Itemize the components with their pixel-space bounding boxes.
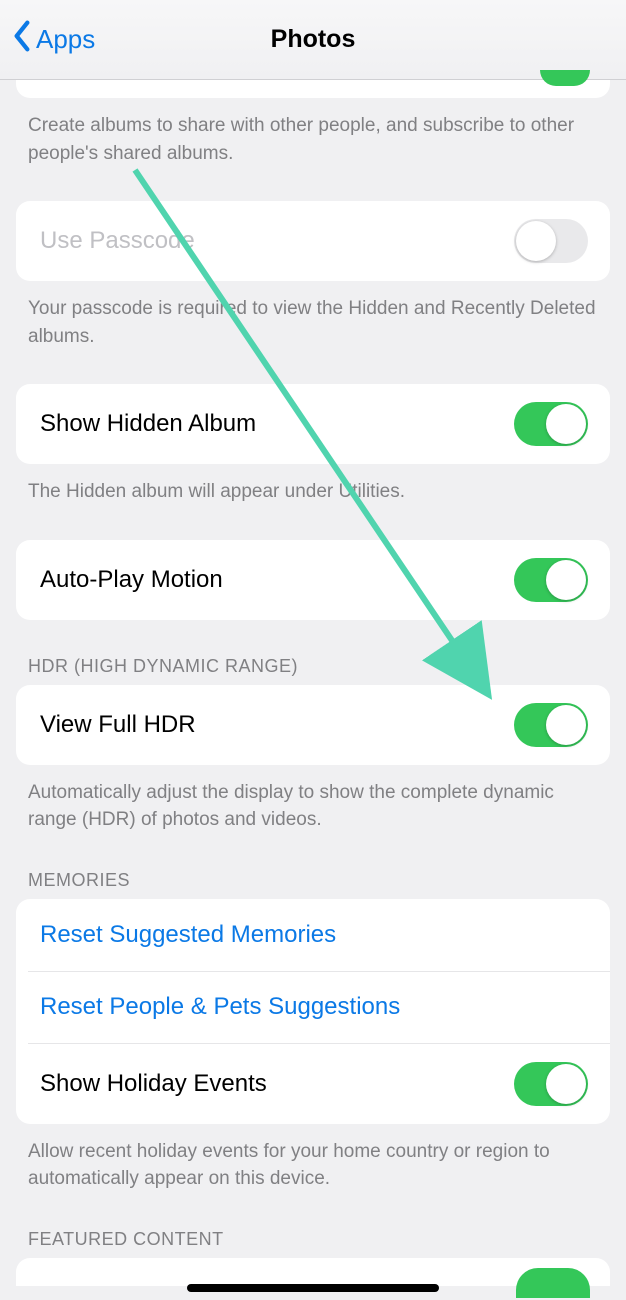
holiday-label: Show Holiday Events — [28, 1070, 267, 1098]
holiday-toggle[interactable] — [514, 1062, 588, 1106]
autoplay-label: Auto-Play Motion — [28, 566, 223, 594]
home-indicator[interactable] — [187, 1284, 439, 1292]
view-full-hdr-row[interactable]: View Full HDR — [16, 685, 610, 765]
featured-toggle-partial[interactable] — [516, 1268, 590, 1298]
show-hidden-row[interactable]: Show Hidden Album — [16, 384, 610, 464]
autoplay-row[interactable]: Auto-Play Motion — [16, 540, 610, 620]
use-passcode-row[interactable]: Use Passcode — [16, 201, 610, 281]
hdr-toggle[interactable] — [514, 703, 588, 747]
featured-header: FEATURED CONTENT — [0, 1193, 626, 1258]
use-passcode-card: Use Passcode — [16, 201, 610, 281]
nav-header: Apps Photos — [0, 0, 626, 80]
sharing-footer: Create albums to share with other people… — [0, 98, 626, 167]
use-passcode-toggle[interactable] — [514, 219, 588, 263]
page-title: Photos — [271, 25, 356, 54]
autoplay-card: Auto-Play Motion — [16, 540, 610, 620]
back-button[interactable]: Apps — [12, 20, 95, 59]
chevron-left-icon — [12, 20, 32, 59]
autoplay-toggle[interactable] — [514, 558, 588, 602]
reset-memories-row[interactable]: Reset Suggested Memories — [16, 899, 610, 971]
toggle-edge-icon — [540, 70, 590, 86]
memories-card: Reset Suggested Memories Reset People & … — [16, 899, 610, 1124]
back-label: Apps — [36, 24, 95, 55]
featured-partial-card — [16, 1258, 610, 1286]
show-hidden-label: Show Hidden Album — [28, 410, 256, 438]
hdr-header: HDR (HIGH DYNAMIC RANGE) — [0, 620, 626, 685]
reset-people-label: Reset People & Pets Suggestions — [28, 993, 400, 1021]
memories-header: MEMORIES — [0, 834, 626, 899]
reset-people-row[interactable]: Reset People & Pets Suggestions — [28, 971, 610, 1043]
show-hidden-card: Show Hidden Album — [16, 384, 610, 464]
reset-memories-label: Reset Suggested Memories — [28, 921, 336, 949]
use-passcode-label: Use Passcode — [28, 227, 195, 255]
holiday-row[interactable]: Show Holiday Events — [28, 1043, 610, 1124]
memories-footer: Allow recent holiday events for your hom… — [0, 1124, 626, 1193]
hdr-footer: Automatically adjust the display to show… — [0, 765, 626, 834]
hdr-label: View Full HDR — [28, 711, 196, 739]
show-hidden-footer: The Hidden album will appear under Utili… — [0, 464, 626, 506]
partial-card-top — [16, 80, 610, 98]
hdr-card: View Full HDR — [16, 685, 610, 765]
use-passcode-footer: Your passcode is required to view the Hi… — [0, 281, 626, 350]
show-hidden-toggle[interactable] — [514, 402, 588, 446]
